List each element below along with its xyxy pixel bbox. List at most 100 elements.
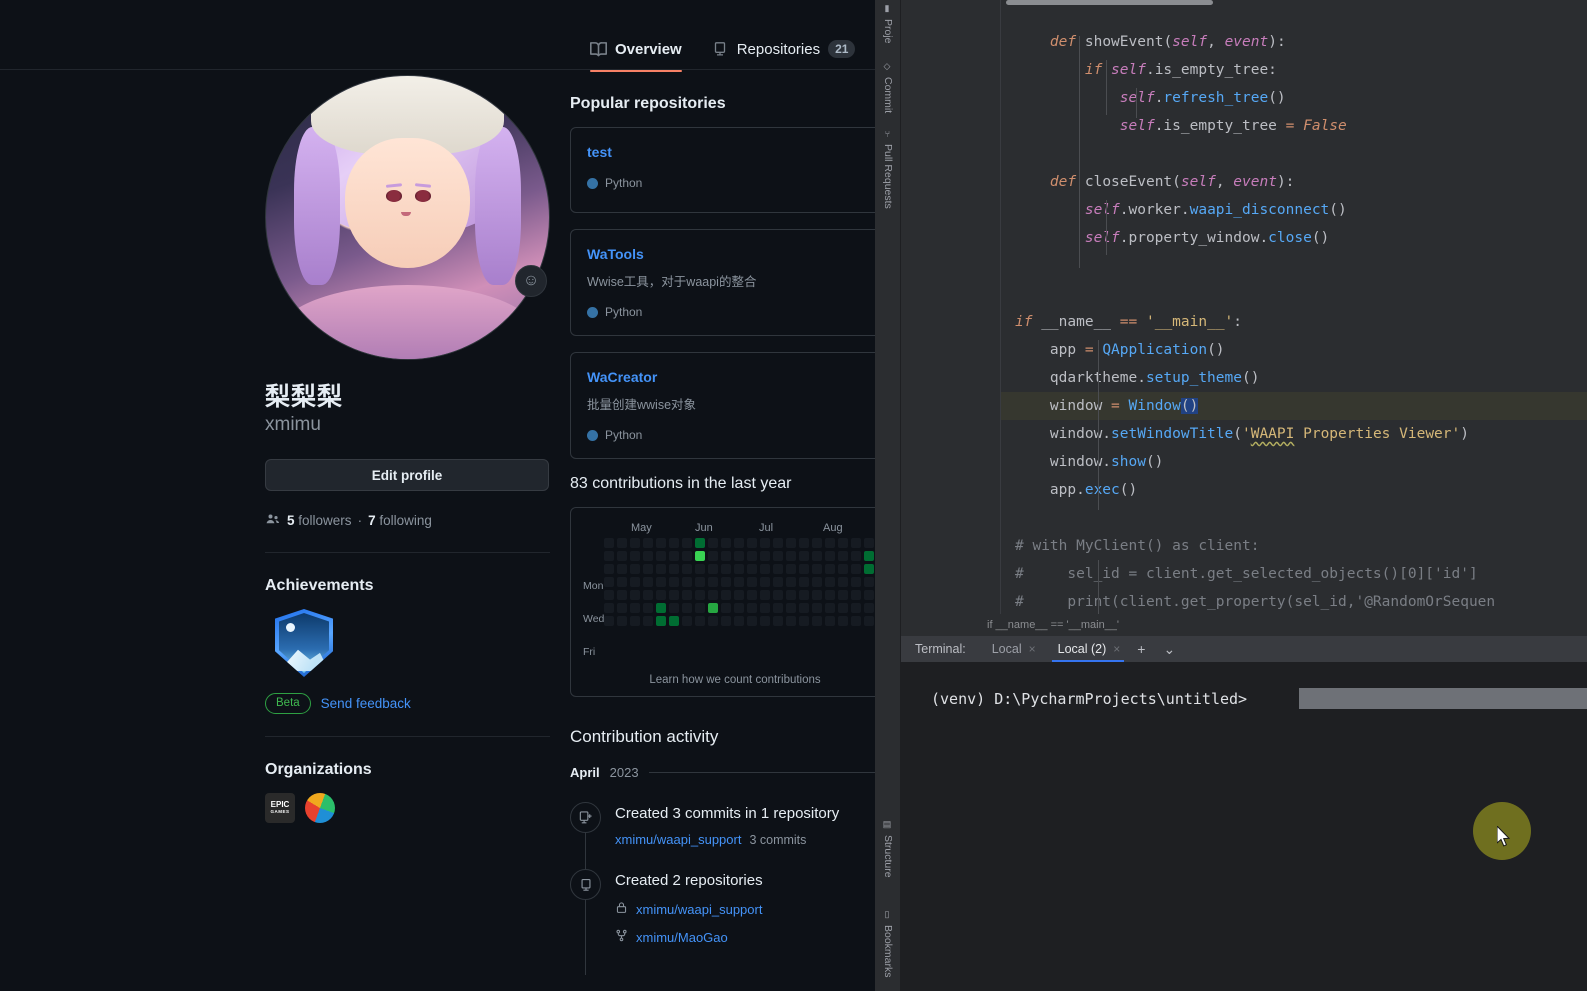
calendar-day-cell[interactable] — [617, 603, 628, 614]
calendar-day-cell[interactable] — [734, 616, 745, 627]
calendar-day-cell[interactable] — [669, 564, 680, 575]
calendar-day-cell[interactable] — [669, 538, 680, 549]
code-line[interactable]: 288 window = Window() — [1001, 392, 1587, 420]
calendar-day-cell[interactable] — [773, 616, 784, 627]
activity-headline[interactable]: Created 2 repositories — [615, 872, 763, 889]
calendar-day-cell[interactable] — [812, 551, 823, 562]
calendar-day-cell[interactable] — [838, 538, 849, 549]
calendar-day-cell[interactable] — [786, 551, 797, 562]
calendar-day-cell[interactable] — [695, 577, 706, 588]
calendar-day-cell[interactable] — [812, 603, 823, 614]
calendar-day-cell[interactable] — [786, 564, 797, 575]
edit-profile-button[interactable]: Edit profile — [265, 459, 549, 492]
calendar-day-cell[interactable] — [851, 538, 862, 549]
calendar-day-cell[interactable] — [643, 551, 654, 562]
calendar-day-cell[interactable] — [812, 564, 823, 575]
code-line[interactable]: 281 self.worker.waapi_disconnect() — [1001, 196, 1587, 224]
calendar-day-cell[interactable] — [721, 616, 732, 627]
calendar-day-cell[interactable] — [747, 551, 758, 562]
avatar[interactable] — [265, 75, 550, 360]
calendar-day-cell[interactable] — [812, 577, 823, 588]
calendar-day-cell[interactable] — [682, 603, 693, 614]
calendar-day-cell[interactable] — [721, 538, 732, 549]
calendar-day-cell[interactable] — [695, 564, 706, 575]
calendar-day-cell[interactable] — [630, 538, 641, 549]
code-line[interactable]: 287 qdarktheme.setup_theme() — [1001, 364, 1587, 392]
calendar-day-cell[interactable] — [747, 616, 758, 627]
code-line[interactable]: 294# sel_id = client.get_selected_object… — [1001, 560, 1587, 588]
repo-name-link[interactable]: test — [587, 144, 612, 160]
calendar-day-cell[interactable] — [747, 577, 758, 588]
calendar-day-cell[interactable] — [721, 551, 732, 562]
calendar-day-cell[interactable] — [760, 590, 771, 601]
calendar-day-cell[interactable] — [773, 538, 784, 549]
calendar-day-cell[interactable] — [630, 616, 641, 627]
calendar-day-cell[interactable] — [786, 590, 797, 601]
rail-item-project[interactable]: ▮ Proje — [875, 4, 901, 44]
calendar-day-cell[interactable] — [708, 564, 719, 575]
epic-games-org-icon[interactable]: EPIC GAMES — [265, 793, 295, 824]
calendar-day-cell[interactable] — [760, 564, 771, 575]
calendar-day-cell[interactable] — [604, 616, 615, 627]
calendar-day-cell[interactable] — [669, 616, 680, 627]
calendar-day-cell[interactable] — [747, 538, 758, 549]
calendar-day-cell[interactable] — [825, 551, 836, 562]
code-line[interactable]: 292 — [1001, 504, 1587, 532]
calendar-day-cell[interactable] — [643, 616, 654, 627]
calendar-day-cell[interactable] — [786, 616, 797, 627]
calendar-day-cell[interactable] — [695, 603, 706, 614]
calendar-day-cell[interactable] — [851, 616, 862, 627]
calendar-day-cell[interactable] — [851, 551, 862, 562]
activity-repo-link[interactable]: xmimu/MaoGao — [636, 930, 728, 945]
calendar-day-cell[interactable] — [708, 616, 719, 627]
calendar-day-cell[interactable] — [799, 564, 810, 575]
rail-item-bookmarks[interactable]: ▯ Bookmarks — [875, 910, 901, 978]
calendar-day-cell[interactable] — [630, 551, 641, 562]
calendar-day-cell[interactable] — [695, 551, 706, 562]
calendar-day-cell[interactable] — [838, 564, 849, 575]
calendar-day-cell[interactable] — [682, 577, 693, 588]
calendar-day-cell[interactable] — [864, 616, 875, 627]
new-terminal-button[interactable]: + — [1128, 641, 1154, 657]
calendar-day-cell[interactable] — [656, 603, 667, 614]
repo-card[interactable]: WaCreator 批量创建wwise对象 Python — [570, 352, 900, 460]
calendar-day-cell[interactable] — [682, 551, 693, 562]
calendar-day-cell[interactable] — [799, 616, 810, 627]
calendar-day-cell[interactable] — [669, 603, 680, 614]
calendar-day-cell[interactable] — [630, 577, 641, 588]
calendar-day-cell[interactable] — [799, 538, 810, 549]
calendar-day-cell[interactable] — [799, 551, 810, 562]
calendar-day-cell[interactable] — [669, 577, 680, 588]
calendar-day-cell[interactable] — [734, 551, 745, 562]
calendar-day-cell[interactable] — [617, 616, 628, 627]
calendar-day-cell[interactable] — [630, 603, 641, 614]
calendar-day-cell[interactable] — [643, 577, 654, 588]
chevron-down-icon[interactable]: ⌄ — [1154, 641, 1184, 658]
code-line[interactable]: 284 — [1001, 280, 1587, 308]
calendar-day-cell[interactable] — [864, 538, 875, 549]
calendar-day-cell[interactable] — [708, 551, 719, 562]
calendar-day-cell[interactable] — [734, 577, 745, 588]
calendar-day-cell[interactable] — [734, 564, 745, 575]
calendar-day-cell[interactable] — [825, 603, 836, 614]
followers-link[interactable]: 5 followers — [287, 513, 352, 528]
code-line[interactable]: 289 window.setWindowTitle('WAAPI Propert… — [1001, 420, 1587, 448]
wwise-org-icon[interactable] — [305, 793, 335, 824]
code-line[interactable]: 293⊟# with MyClient() as client: — [1001, 532, 1587, 560]
calendar-day-cell[interactable] — [825, 616, 836, 627]
calendar-day-cell[interactable] — [682, 564, 693, 575]
calendar-day-cell[interactable] — [682, 590, 693, 601]
code-line[interactable]: 275⊟ def showEvent(self, event): — [1001, 28, 1587, 56]
calendar-day-cell[interactable] — [773, 577, 784, 588]
calendar-day-cell[interactable] — [656, 538, 667, 549]
calendar-day-cell[interactable] — [695, 538, 706, 549]
calendar-day-cell[interactable] — [721, 590, 732, 601]
calendar-day-cell[interactable] — [708, 538, 719, 549]
calendar-day-cell[interactable] — [695, 590, 706, 601]
calendar-day-cell[interactable] — [617, 577, 628, 588]
calendar-day-cell[interactable] — [682, 616, 693, 627]
code-line[interactable]: 274 — [1001, 0, 1587, 28]
calendar-day-cell[interactable] — [812, 590, 823, 601]
code-line[interactable]: 277 self.refresh_tree() — [1001, 84, 1587, 112]
calendar-cells[interactable] — [604, 538, 888, 662]
